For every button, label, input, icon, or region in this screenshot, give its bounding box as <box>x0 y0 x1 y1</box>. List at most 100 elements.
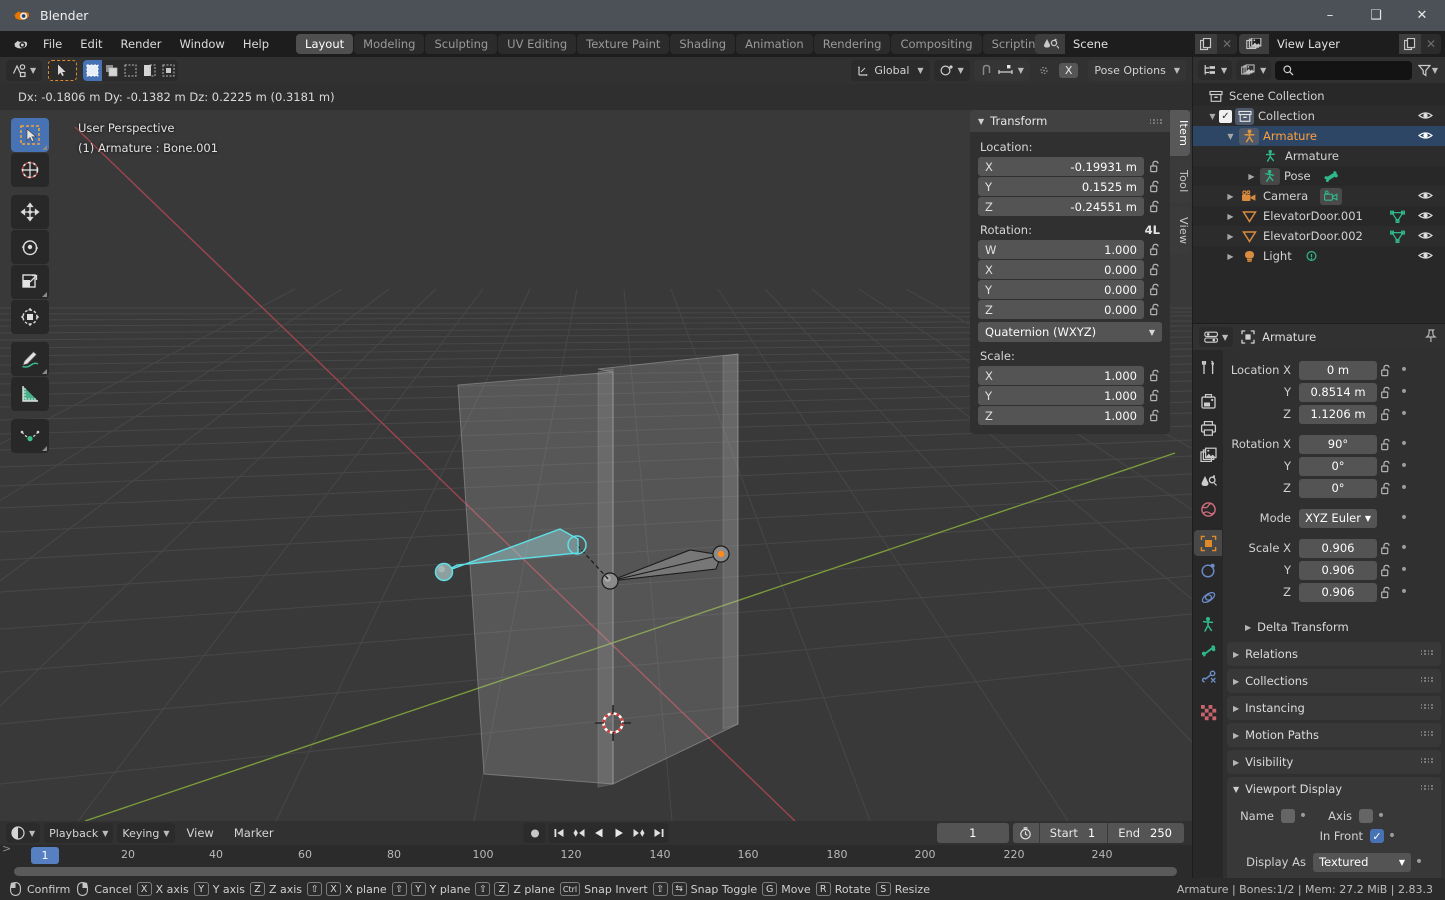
tab-compositing[interactable]: Compositing <box>891 34 982 54</box>
cursor-tool-icon[interactable] <box>11 153 49 187</box>
tool-tab-icon[interactable] <box>1194 354 1222 380</box>
select-intersect-icon[interactable] <box>159 60 178 81</box>
outliner-row-armature-data[interactable]: Armature <box>1193 146 1445 166</box>
animate-property-icon[interactable]: • <box>1396 458 1412 474</box>
lock-open-icon[interactable] <box>1148 283 1162 296</box>
playback-menu[interactable]: Playback ▼ <box>44 823 114 843</box>
select-invert-icon[interactable] <box>140 60 159 81</box>
world-tab-icon[interactable] <box>1194 496 1222 522</box>
lock-open-icon[interactable] <box>1148 243 1162 256</box>
blender-menu-icon[interactable] <box>6 37 34 52</box>
lock-open-icon[interactable] <box>1377 438 1396 451</box>
prop-value-field[interactable]: 1.1206 m <box>1299 404 1377 424</box>
prop-value-field[interactable]: 0.906 <box>1299 582 1377 602</box>
prop-value-field[interactable]: 0.8514 m <box>1299 382 1377 402</box>
animate-property-icon[interactable]: • <box>1384 828 1400 844</box>
menu-window[interactable]: Window <box>171 34 232 54</box>
animate-property-icon[interactable]: • <box>1396 562 1412 578</box>
name-checkbox[interactable] <box>1281 809 1295 823</box>
outliner-row-scene-collection[interactable]: Scene Collection <box>1193 86 1445 106</box>
tab-modeling[interactable]: Modeling <box>354 34 425 54</box>
measure-tool-icon[interactable] <box>11 377 49 411</box>
mode-selector-button[interactable] <box>48 60 78 81</box>
display-as-dropdown[interactable]: Textured ▼ <box>1313 852 1411 872</box>
chevron-right-icon[interactable]: ▶ <box>1224 192 1237 201</box>
n-tab-view[interactable]: View <box>1170 206 1190 255</box>
proportional-editing-group[interactable]: X <box>1034 60 1085 81</box>
animate-property-icon[interactable]: • <box>1396 406 1412 422</box>
armature-data-tab-icon[interactable] <box>1194 638 1222 664</box>
animate-property-icon[interactable]: • <box>1396 540 1412 556</box>
rotation-z-field[interactable]: Z 0.000 <box>978 300 1144 319</box>
outliner-row-light[interactable]: ▶ Light <box>1193 246 1445 266</box>
start-frame-value[interactable]: 1 <box>1086 826 1107 840</box>
outliner-row-elevatordoor-002[interactable]: ▶ ElevatorDoor.002 <box>1193 226 1445 246</box>
bendy-bone-tool-icon[interactable] <box>11 419 49 453</box>
menu-file[interactable]: File <box>35 34 70 54</box>
outliner-search-input[interactable] <box>1275 60 1412 80</box>
visibility-eye-icon[interactable] <box>1418 189 1433 202</box>
object-tab-icon[interactable] <box>1194 530 1222 556</box>
lock-open-icon[interactable] <box>1377 364 1396 377</box>
lock-open-icon[interactable] <box>1148 389 1162 402</box>
axis-checkbox[interactable] <box>1359 809 1373 823</box>
use-preview-range-icon[interactable] <box>1013 826 1039 840</box>
timeline-editor-type-button[interactable]: ▼ <box>6 823 41 843</box>
snapping-group[interactable]: ▼ <box>973 60 1030 81</box>
rotation-mode-dropdown[interactable]: XYZ Euler ▼ <box>1299 508 1377 528</box>
lock-open-icon[interactable] <box>1148 303 1162 316</box>
collection-checkbox[interactable]: ✓ <box>1219 109 1232 123</box>
lock-open-icon[interactable] <box>1377 564 1396 577</box>
transform-orientation-button[interactable]: Global ▼ <box>851 60 930 81</box>
lock-open-icon[interactable] <box>1377 542 1396 555</box>
timeline-ruler[interactable]: > 1 20 40 60 80 100 120 140 160 180 200 … <box>0 842 1192 867</box>
prop-value-field[interactable]: 0.906 <box>1299 560 1377 580</box>
chevron-right-icon[interactable]: ▶ <box>1224 232 1237 241</box>
close-button[interactable]: ✕ <box>1399 0 1445 31</box>
panel-relations[interactable]: ▶ Relations <box>1227 642 1441 666</box>
scale-z-field[interactable]: Z 1.000 <box>978 406 1144 425</box>
n-tab-item[interactable]: Item <box>1170 110 1190 157</box>
pivot-point-button[interactable]: ▼ <box>933 60 970 81</box>
visibility-eye-icon[interactable] <box>1418 249 1433 262</box>
search-field[interactable] <box>1299 64 1412 76</box>
panel-viewport-display[interactable]: ▼ Viewport Display <box>1227 777 1441 801</box>
auto-keying-button[interactable] <box>523 823 546 843</box>
animate-property-icon[interactable]: • <box>1295 808 1311 824</box>
chevron-right-icon[interactable]: ▶ <box>1245 172 1258 181</box>
timeline-horizontal-scrollbar[interactable] <box>14 867 1177 876</box>
pin-id-icon[interactable] <box>1424 329 1437 343</box>
next-keyframe-button[interactable] <box>629 823 649 843</box>
outliner-row-camera[interactable]: ▶ Camera <box>1193 186 1445 206</box>
lock-open-icon[interactable] <box>1148 160 1162 173</box>
n-tab-tool[interactable]: Tool <box>1170 160 1190 203</box>
prev-keyframe-button[interactable] <box>569 823 589 843</box>
tab-animation[interactable]: Animation <box>736 34 813 54</box>
timeline-view-menu[interactable]: View <box>179 823 222 843</box>
animate-property-icon[interactable]: • <box>1396 584 1412 600</box>
select-subtract-icon[interactable] <box>121 60 140 81</box>
outliner-filter-button[interactable]: ▼ <box>1416 64 1440 77</box>
xmirror-label[interactable]: X <box>1058 63 1079 78</box>
viewlayer-tab-icon[interactable] <box>1194 442 1222 468</box>
prop-value-field[interactable]: 90° <box>1299 434 1377 454</box>
panel-delta-transform[interactable]: ▶ Delta Transform <box>1239 615 1441 639</box>
viewlayer-name[interactable]: View Layer <box>1269 34 1399 54</box>
panel-visibility[interactable]: ▶ Visibility <box>1227 750 1441 774</box>
visibility-eye-icon[interactable] <box>1418 129 1433 142</box>
lock-open-icon[interactable] <box>1377 386 1396 399</box>
chevron-down-icon[interactable]: ▼ <box>1206 112 1219 121</box>
transform-tool-icon[interactable] <box>11 300 49 334</box>
animate-property-icon[interactable]: • <box>1396 362 1412 378</box>
outliner-row-elevatordoor-001[interactable]: ▶ ElevatorDoor.001 <box>1193 206 1445 226</box>
lock-open-icon[interactable] <box>1148 180 1162 193</box>
outliner-row-collection[interactable]: ▼ ✓ Collection <box>1193 106 1445 126</box>
lock-open-icon[interactable] <box>1377 482 1396 495</box>
rotation-x-field[interactable]: X 0.000 <box>978 260 1144 279</box>
timeline-marker-menu[interactable]: Marker <box>226 823 282 843</box>
panel-collections[interactable]: ▶ Collections <box>1227 669 1441 693</box>
animate-property-icon[interactable]: • <box>1396 436 1412 452</box>
tab-texture-paint[interactable]: Texture Paint <box>577 34 670 54</box>
location-x-field[interactable]: X -0.19931 m <box>978 157 1144 176</box>
panel-instancing[interactable]: ▶ Instancing <box>1227 696 1441 720</box>
